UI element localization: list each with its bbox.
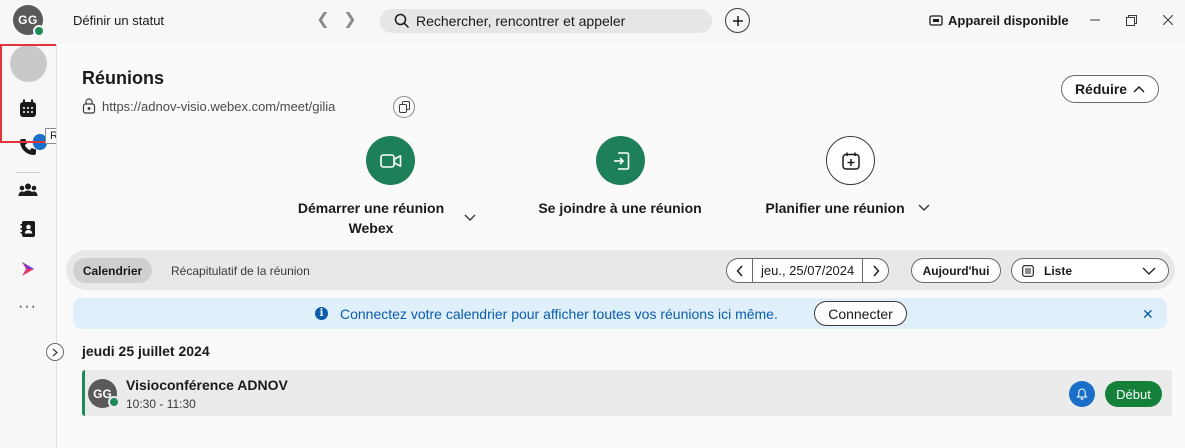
device-label: Appareil disponible: [948, 13, 1069, 28]
rail-separator: [16, 172, 40, 173]
connect-calendar-button[interactable]: Connecter: [814, 301, 907, 326]
previous-day-button[interactable]: [727, 259, 753, 282]
forward-arrow-icon[interactable]: ❯: [343, 11, 357, 29]
personal-room-url: https://adnov-visio.webex.com/meet/gilia: [82, 98, 335, 114]
chevron-left-icon: [736, 265, 743, 276]
user-avatar[interactable]: GG: [13, 5, 45, 37]
notification-bell-button[interactable]: [1069, 381, 1095, 407]
more-icon[interactable]: ···: [18, 298, 37, 316]
join-door-icon: [613, 151, 629, 170]
schedule-meeting-label[interactable]: Planifier une réunion: [757, 198, 913, 218]
teams-nav[interactable]: [14, 176, 42, 204]
chevron-right-icon: [52, 348, 58, 356]
back-arrow-icon[interactable]: ❮: [316, 11, 330, 29]
search-icon: [394, 13, 410, 29]
meeting-time: 10:30 - 11:30: [126, 397, 196, 411]
presence-indicator: [108, 396, 120, 408]
banner-message: Connectez votre calendrier pour afficher…: [340, 306, 778, 322]
lock-icon: [82, 98, 96, 114]
top-bar: GG Définir un statut ❮ ❯ Appareil dispon…: [0, 0, 1185, 44]
device-status[interactable]: Appareil disponible: [929, 13, 1069, 28]
calendar-add-icon: [841, 152, 860, 170]
next-day-button[interactable]: [862, 259, 888, 282]
date-navigator: jeu., 25/07/2024: [726, 258, 890, 283]
minimize-icon[interactable]: [1086, 11, 1104, 29]
join-meeting-label[interactable]: Se joindre à une réunion: [530, 198, 710, 218]
search-input[interactable]: [416, 13, 706, 29]
restore-icon[interactable]: [1122, 11, 1140, 29]
set-status-link[interactable]: Définir un statut: [73, 13, 164, 28]
today-button[interactable]: Aujourd'hui: [911, 258, 1001, 283]
info-icon: i: [315, 307, 328, 320]
join-meeting-button[interactable]: [596, 136, 645, 185]
chevron-down-icon: [1142, 267, 1156, 275]
bell-icon: [1076, 388, 1088, 400]
view-selector[interactable]: Liste: [1011, 258, 1169, 283]
plus-icon: [732, 15, 743, 26]
current-date[interactable]: jeu., 25/07/2024: [753, 259, 862, 282]
contacts-icon: [20, 221, 35, 237]
copy-icon: [398, 101, 410, 113]
schedule-meeting-button[interactable]: [826, 136, 875, 185]
meeting-title[interactable]: Visioconférence ADNOV: [126, 377, 288, 393]
new-action-button[interactable]: [725, 8, 750, 33]
view-selector-value: Liste: [1044, 263, 1073, 278]
chevron-down-icon[interactable]: [463, 211, 477, 225]
people-icon: [18, 183, 38, 196]
contacts-nav[interactable]: [14, 215, 42, 243]
close-window-icon[interactable]: [1159, 11, 1177, 29]
reduce-button[interactable]: Réduire: [1061, 75, 1159, 103]
start-meeting-entry-button[interactable]: Début: [1105, 381, 1162, 407]
personal-url-text[interactable]: https://adnov-visio.webex.com/meet/gilia: [102, 99, 335, 114]
video-camera-icon: [379, 153, 401, 168]
tab-calendar[interactable]: Calendrier: [73, 258, 152, 283]
start-meeting-label[interactable]: Démarrer une réunion Webex: [290, 198, 452, 238]
close-icon[interactable]: ✕: [1142, 306, 1154, 323]
search-bar[interactable]: [380, 9, 712, 33]
start-meeting-button[interactable]: [366, 136, 415, 185]
chevron-right-icon: [873, 265, 880, 276]
vidcast-nav[interactable]: [14, 255, 42, 283]
tab-meeting-recap[interactable]: Récapitulatif de la réunion: [171, 264, 310, 278]
reduce-label: Réduire: [1074, 81, 1128, 97]
expand-sidebar-button[interactable]: [46, 343, 64, 361]
device-screen-icon: [929, 15, 943, 26]
page-title: Réunions: [82, 68, 165, 88]
copy-url-button[interactable]: [393, 96, 415, 118]
day-heading: jeudi 25 juillet 2024: [82, 343, 210, 359]
list-view-icon: [1022, 264, 1034, 277]
chevron-up-icon: [1133, 86, 1145, 93]
presence-indicator: [33, 25, 45, 37]
chevron-down-icon[interactable]: [917, 201, 931, 215]
vidcast-icon: [22, 262, 34, 276]
